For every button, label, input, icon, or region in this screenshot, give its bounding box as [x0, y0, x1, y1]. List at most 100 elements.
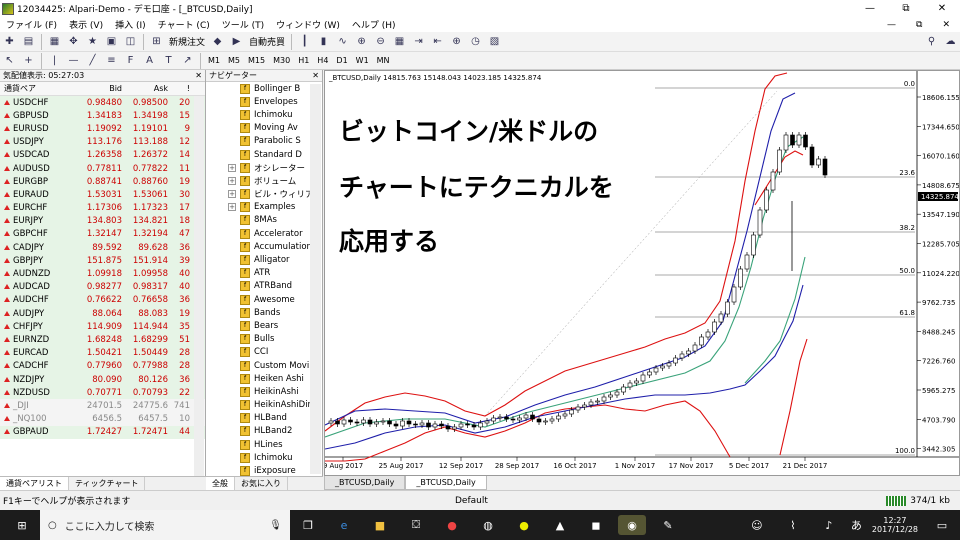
- column-spread[interactable]: !: [168, 84, 192, 93]
- tab-tick-chart[interactable]: ティックチャート: [69, 477, 146, 490]
- microphone-icon[interactable]: 🎙: [269, 520, 282, 531]
- symbol-row[interactable]: USDCHF 0.98480 0.98500 20: [0, 96, 205, 110]
- expand-icon[interactable]: +: [228, 190, 236, 199]
- navigator-folder[interactable]: + f ボリューム: [206, 174, 322, 187]
- terminal-icon[interactable]: ▣: [104, 34, 119, 49]
- navigator-indicator[interactable]: f Accumulation: [206, 240, 322, 253]
- profiles-icon[interactable]: ▤: [21, 34, 36, 49]
- maximize-button[interactable]: ⧉: [888, 3, 924, 14]
- navigator-indicator[interactable]: f HLBand2: [206, 425, 322, 438]
- volume-icon[interactable]: ♪: [815, 515, 843, 535]
- file-explorer-icon[interactable]: ■: [366, 515, 394, 535]
- symbol-row[interactable]: AUDNZD 1.09918 1.09958 40: [0, 267, 205, 281]
- symbol-row[interactable]: EURUSD 1.19092 1.19101 9: [0, 122, 205, 136]
- new-order-button[interactable]: 新規注文: [169, 35, 205, 48]
- templates-icon[interactable]: ▧: [487, 34, 502, 49]
- symbol-row[interactable]: EURAUD 1.53031 1.53061 30: [0, 188, 205, 202]
- chart-window[interactable]: 18606.155 17344.650 16070.160 14808.675 1354…: [323, 70, 960, 476]
- inner-close-icon[interactable]: ✕: [942, 20, 950, 30]
- menu-window[interactable]: ウィンドウ (W): [276, 18, 340, 31]
- navigator-indicator[interactable]: f Heiken Ashi: [206, 372, 322, 385]
- symbol-row[interactable]: EURJPY 134.803 134.821 18: [0, 214, 205, 228]
- panel-close-icon[interactable]: ✕: [195, 71, 205, 80]
- symbol-row[interactable]: _NQ100 6456.5 6457.5 10: [0, 412, 205, 426]
- symbol-row[interactable]: NZDJPY 80.090 80.126 36: [0, 372, 205, 387]
- price-chart[interactable]: 18606.155 17344.650 16070.160 14808.675 1354…: [323, 71, 960, 475]
- task-view-icon[interactable]: ❐: [294, 515, 322, 535]
- taskbar-search[interactable]: ○ ここに入力して検索 🎙: [40, 510, 290, 540]
- auto-trade-icon[interactable]: ▶: [229, 34, 244, 49]
- symbol-row[interactable]: USDJPY 113.176 113.188 12: [0, 135, 205, 149]
- symbol-row[interactable]: CHFJPY 114.909 114.944 35: [0, 320, 205, 334]
- cursor-icon[interactable]: ↖: [2, 53, 17, 68]
- menu-help[interactable]: ヘルプ (H): [352, 18, 396, 31]
- navigator-indicator[interactable]: f Bands: [206, 306, 322, 319]
- menu-file[interactable]: ファイル (F): [6, 18, 57, 31]
- timeframe-mn[interactable]: MN: [377, 56, 390, 65]
- navigator-indicator[interactable]: f HeikinAshi: [206, 385, 322, 398]
- navigator-indicator[interactable]: f Custom Movin: [206, 359, 322, 372]
- zoom-out-icon[interactable]: ⊖: [373, 34, 388, 49]
- line-chart-icon[interactable]: ∿: [335, 34, 350, 49]
- symbol-row[interactable]: GBPUSD 1.34183 1.34198 15: [0, 109, 205, 123]
- close-button[interactable]: ✕: [924, 3, 960, 14]
- inner-minimize-icon[interactable]: —: [887, 20, 896, 30]
- timeframe-d1[interactable]: D1: [336, 56, 347, 65]
- symbol-row[interactable]: _DJI 24701.5 24775.6 741: [0, 399, 205, 413]
- market-watch-scrollbar[interactable]: [194, 96, 204, 476]
- crosshair-icon[interactable]: +: [21, 53, 36, 68]
- menu-tools[interactable]: ツール (T): [222, 18, 264, 31]
- navigator-indicator[interactable]: f Ichimoku: [206, 108, 322, 121]
- symbol-row[interactable]: EURCHF 1.17306 1.17323 17: [0, 201, 205, 215]
- tab-chart-1[interactable]: _BTCUSD,Daily: [324, 476, 406, 490]
- timeframe-m30[interactable]: M30: [273, 56, 290, 65]
- symbol-row[interactable]: GBPAUD 1.72427 1.72471 44: [0, 425, 205, 439]
- minimize-button[interactable]: —: [852, 3, 888, 14]
- navigator-indicator[interactable]: f Accelerator: [206, 227, 322, 240]
- zoom-in-icon[interactable]: ⊕: [354, 34, 369, 49]
- auto-trade-button[interactable]: 自動売買: [249, 35, 285, 48]
- fibonacci-icon[interactable]: F: [123, 53, 138, 68]
- bar-chart-icon[interactable]: ┃: [297, 34, 312, 49]
- expand-icon[interactable]: +: [228, 203, 236, 212]
- navigator-indicator[interactable]: f HLines: [206, 438, 322, 451]
- timeframe-h1[interactable]: H1: [298, 56, 309, 65]
- symbol-row[interactable]: AUDJPY 88.064 88.083 19: [0, 307, 205, 321]
- symbol-row[interactable]: CADCHF 0.77960 0.77988 28: [0, 359, 205, 373]
- navigator-indicator[interactable]: f Bollinger B: [206, 82, 322, 95]
- navigator-indicator[interactable]: f ATRBand: [206, 280, 322, 293]
- windows-start-icon[interactable]: ⊞: [8, 515, 36, 535]
- app-icon-2[interactable]: ◍: [474, 515, 502, 535]
- navigator-indicator[interactable]: f ATR: [206, 267, 322, 280]
- expand-icon[interactable]: +: [228, 176, 236, 185]
- symbol-row[interactable]: AUDCAD 0.98277 0.98317 40: [0, 280, 205, 294]
- vertical-line-icon[interactable]: |: [47, 53, 62, 68]
- notifications-icon[interactable]: ▭: [928, 515, 956, 535]
- expand-icon[interactable]: +: [228, 163, 236, 172]
- new-order-icon[interactable]: ⊞: [149, 34, 164, 49]
- symbol-row[interactable]: AUDUSD 0.77811 0.77822 11: [0, 161, 205, 176]
- app-icon-4[interactable]: ▲: [546, 515, 574, 535]
- people-icon[interactable]: ☺: [743, 515, 771, 535]
- ime-indicator[interactable]: あ: [851, 517, 862, 533]
- clock[interactable]: 12:27 2017/12/28: [872, 516, 918, 534]
- navigator-indicator[interactable]: f Moving Av: [206, 122, 322, 135]
- symbol-row[interactable]: GBPJPY 151.875 151.914 39: [0, 254, 205, 268]
- edge-icon[interactable]: e: [330, 515, 358, 535]
- navigator-indicator[interactable]: f HLBand: [206, 412, 322, 425]
- symbol-row[interactable]: GBPCHF 1.32147 1.32194 47: [0, 227, 205, 242]
- timeframe-w1[interactable]: W1: [356, 56, 369, 65]
- navigator-indicator[interactable]: f Parabolic S: [206, 135, 322, 148]
- tab-favorites[interactable]: お気に入り: [235, 477, 288, 490]
- chart-shift-icon[interactable]: ⇤: [430, 34, 445, 49]
- navigator-indicator[interactable]: f Envelopes: [206, 95, 322, 108]
- channel-icon[interactable]: ≡: [104, 53, 119, 68]
- column-ask[interactable]: Ask: [122, 84, 168, 93]
- auto-scroll-icon[interactable]: ⇥: [411, 34, 426, 49]
- navigator-indicator[interactable]: f Bears: [206, 319, 322, 332]
- data-window-icon[interactable]: ✥: [66, 34, 81, 49]
- indicators-icon[interactable]: ⊕: [449, 34, 464, 49]
- text-icon[interactable]: A: [142, 53, 157, 68]
- network-icon[interactable]: ⌇: [779, 515, 807, 535]
- inner-restore-icon[interactable]: ⧉: [916, 20, 922, 30]
